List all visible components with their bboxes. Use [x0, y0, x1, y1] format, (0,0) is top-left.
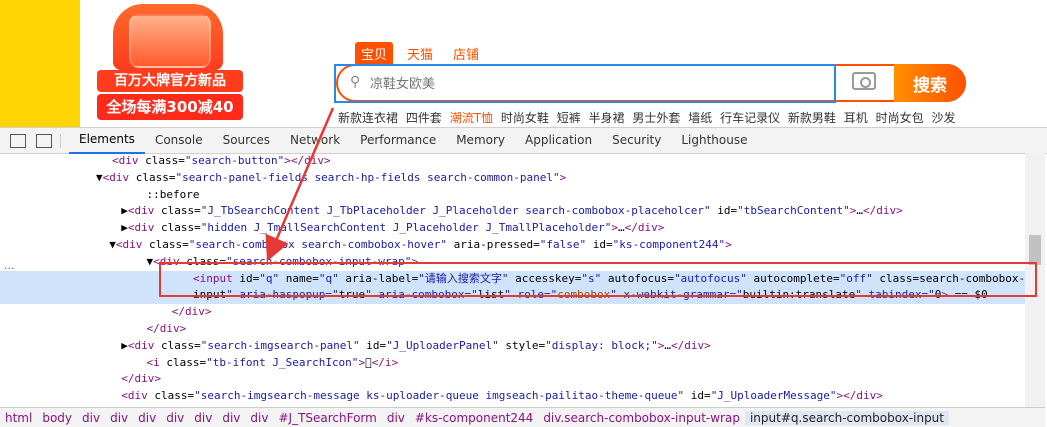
promo-drum-graphic — [129, 14, 211, 68]
hotword-link[interactable]: 新款男鞋 — [788, 111, 836, 125]
dom-node-line[interactable]: ▼<div class="search-combobox search-comb… — [0, 237, 1025, 254]
breadcrumb-item[interactable]: div — [105, 411, 133, 425]
hotword-link[interactable]: 半身裙 — [589, 111, 625, 125]
hotword-link[interactable]: 四件套 — [406, 111, 442, 125]
hotword-link[interactable]: 耳机 — [844, 111, 868, 125]
hotword-link[interactable]: 短裤 — [557, 111, 581, 125]
breadcrumb-item[interactable]: div.search-combobox-input-wrap — [538, 411, 745, 425]
tab-security[interactable]: Security — [602, 128, 671, 153]
tab-performance[interactable]: Performance — [350, 128, 446, 153]
tab-sources[interactable]: Sources — [213, 128, 280, 153]
tab-elements[interactable]: Elements — [69, 127, 145, 154]
breadcrumb-item[interactable]: div — [245, 411, 273, 425]
breadcrumb-item[interactable]: div — [382, 411, 410, 425]
tab-lighthouse[interactable]: Lighthouse — [671, 128, 757, 153]
tab-network[interactable]: Network — [280, 128, 350, 153]
dom-node-line[interactable]: ▶<div class="search-imgsearch-panel" id=… — [0, 338, 1025, 355]
dom-node-line[interactable]: ▶<div class="J_TbSearchContent J_TbPlace… — [0, 203, 1025, 220]
taobao-header: 百万大牌官方新品 全场每满300减40 宝贝 天猫 店铺 ⚲ 搜索 新款连衣裙 … — [0, 0, 1047, 127]
dom-node-line[interactable]: <i class="tb-ifont J_SearchIcon">󰄭</i> — [0, 355, 1025, 372]
dom-node-line[interactable]: </div> — [0, 304, 1025, 321]
hotword-link[interactable]: 行车记录仪 — [720, 111, 780, 125]
dom-node-line[interactable]: ▼<div class="search-panel-fields search-… — [0, 170, 1025, 187]
hotword-link[interactable]: 时尚女包 — [876, 111, 924, 125]
breadcrumb-item[interactable]: div — [133, 411, 161, 425]
yellow-side-banner — [0, 0, 80, 127]
breadcrumb-item[interactable]: div — [189, 411, 217, 425]
tab-application[interactable]: Application — [515, 128, 602, 153]
dom-node-line[interactable]: <div class="search-imgsearch-message ks-… — [0, 388, 1025, 405]
inspect-element-icon[interactable] — [10, 133, 26, 148]
breadcrumb-item[interactable]: #ks-component244 — [410, 411, 538, 425]
hotword-link[interactable]: 时尚女鞋 — [501, 111, 549, 125]
hotword-link[interactable]: 墙纸 — [688, 111, 712, 125]
tab-tmall[interactable]: 天猫 — [401, 42, 439, 65]
dom-breadcrumb: html body div div div div div div div #J_TSearchF… — [0, 407, 1045, 427]
dom-node-line[interactable]: </div> — [0, 321, 1025, 338]
breadcrumb-item[interactable]: div — [217, 411, 245, 425]
dom-node-line[interactable]: <div class="search-button"></div> — [0, 153, 1025, 170]
toolbar-divider — [60, 133, 61, 148]
devtools-toolbar: Elements Console Sources Network Perform… — [0, 128, 1047, 154]
breadcrumb-item[interactable]: div — [77, 411, 105, 425]
breadcrumb-item[interactable]: html — [0, 411, 37, 425]
breadcrumb-item[interactable]: body — [37, 411, 77, 425]
hotword-link[interactable]: 新款连衣裙 — [338, 111, 398, 125]
hotword-link[interactable]: 潮流T恤 — [450, 111, 493, 125]
tab-shop[interactable]: 店铺 — [447, 42, 485, 65]
breadcrumb-item[interactable]: input#q.search-combobox-input — [744, 410, 949, 425]
device-toolbar-icon[interactable] — [36, 133, 52, 148]
search-button[interactable]: 搜索 — [894, 64, 966, 102]
promo-banner[interactable]: 百万大牌官方新品 全场每满300减40 — [83, 4, 253, 122]
tab-console[interactable]: Console — [145, 128, 213, 153]
scrollbar-thumb[interactable] — [1029, 235, 1041, 265]
tab-memory[interactable]: Memory — [446, 128, 515, 153]
annotation-red-box — [159, 262, 1037, 297]
search-type-tabs: 宝贝 天猫 店铺 — [355, 42, 485, 65]
hotword-link[interactable]: 男士外套 — [632, 111, 680, 125]
breadcrumb-item[interactable]: div — [161, 411, 189, 425]
dom-node-line[interactable]: ::before — [0, 187, 1025, 204]
hotword-link[interactable]: 沙发 — [931, 111, 955, 125]
more-options-icon[interactable]: ··· — [4, 262, 15, 275]
inspected-element-highlight — [334, 64, 836, 103]
promo-line-1: 百万大牌官方新品 — [97, 70, 243, 92]
dom-node-line[interactable]: </div> — [0, 371, 1025, 388]
breadcrumb-item[interactable]: #J_TSearchForm — [273, 411, 381, 425]
hot-keywords: 新款连衣裙 四件套 潮流T恤 时尚女鞋 短裤 半身裙 男士外套 墙纸 行车记录仪… — [338, 109, 959, 126]
tab-baobei[interactable]: 宝贝 — [355, 42, 394, 65]
camera-icon[interactable] — [852, 72, 876, 90]
promo-line-2: 全场每满300减40 — [97, 94, 243, 120]
dom-node-line[interactable]: ▶<div class="hidden J_TmallSearchContent… — [0, 220, 1025, 237]
